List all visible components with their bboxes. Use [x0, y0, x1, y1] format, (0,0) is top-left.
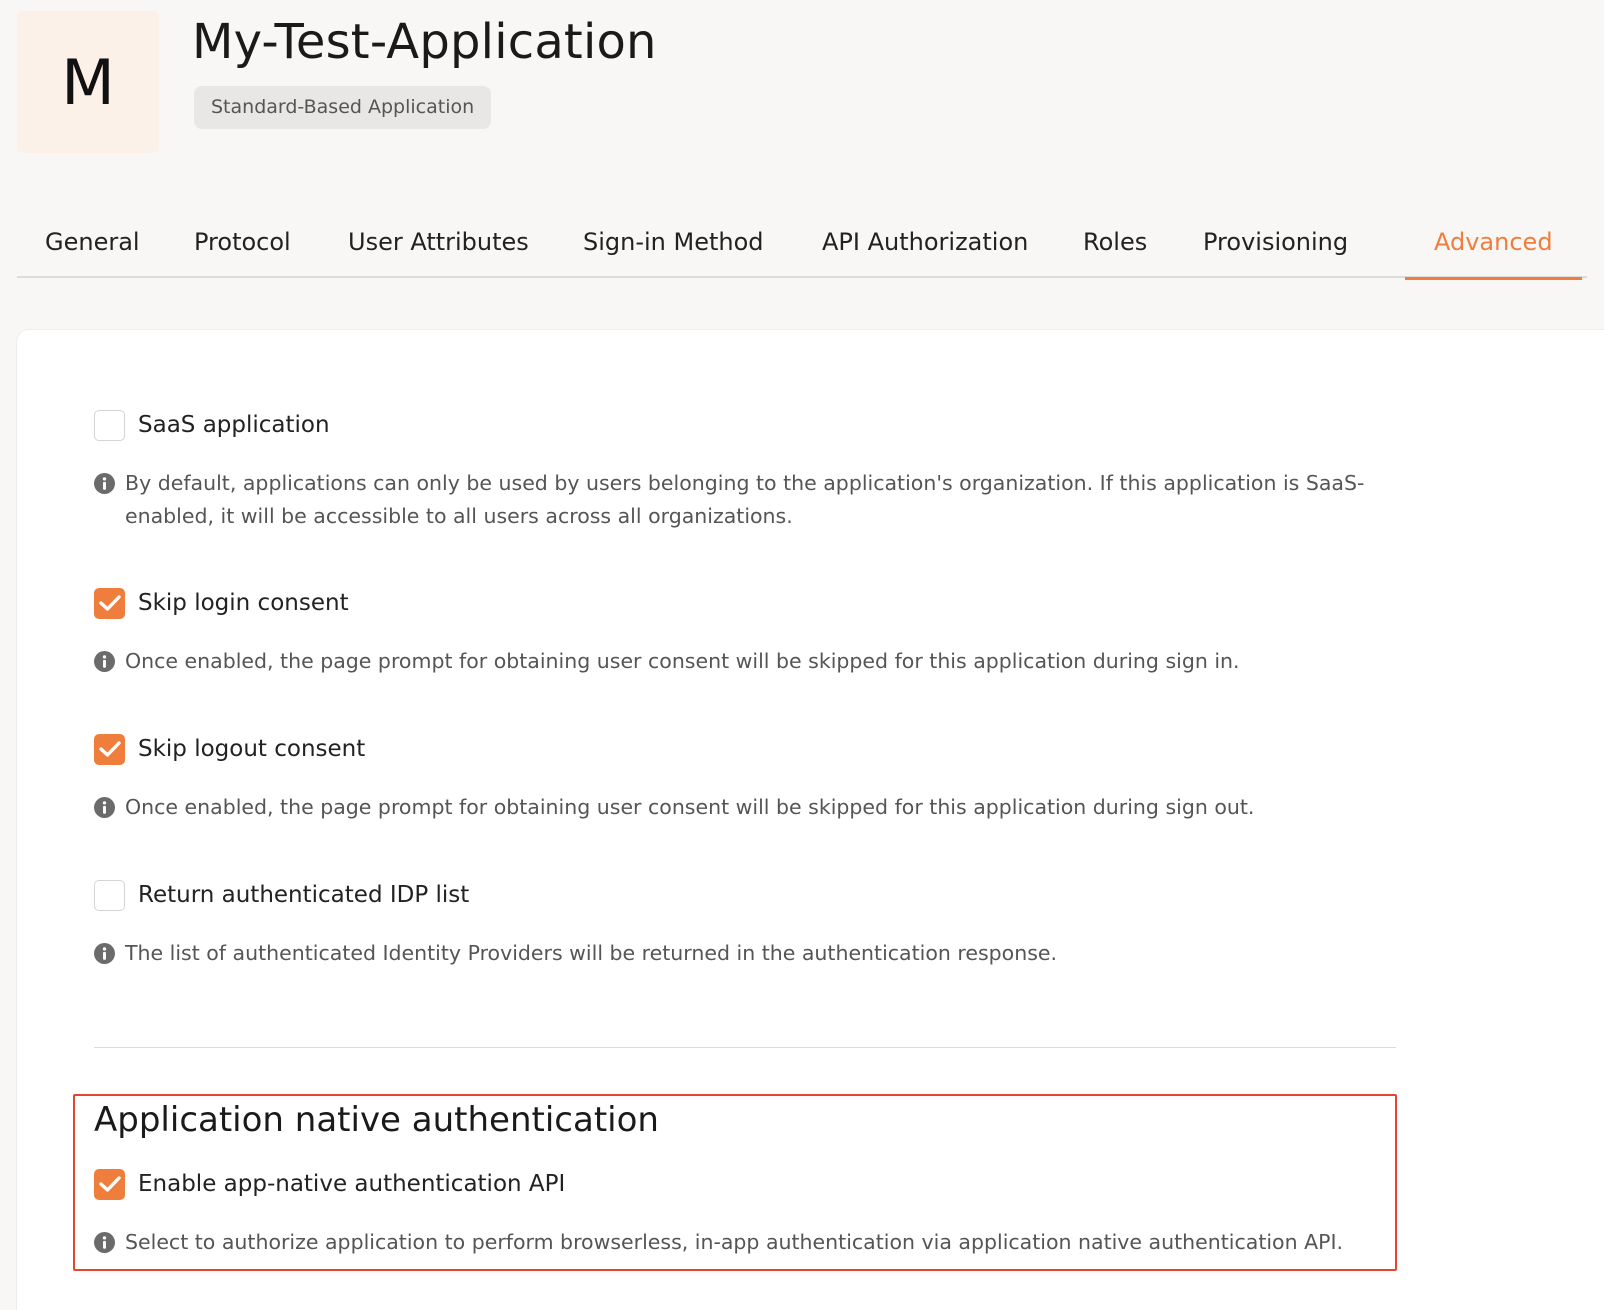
skip-login-consent-option: Skip login consent	[94, 587, 349, 619]
native-auth-hint: Select to authorize application to perfo…	[94, 1226, 1415, 1259]
info-icon	[94, 797, 115, 818]
tab-roles[interactable]: Roles	[1083, 210, 1147, 278]
skip-logout-consent-option: Skip logout consent	[94, 733, 365, 765]
skip-logout-consent-hint: Once enabled, the page prompt for obtain…	[94, 791, 1415, 824]
native-auth-option: Enable app-native authentication API	[94, 1168, 565, 1200]
app-type-badge: Standard-Based Application	[194, 86, 492, 129]
return-idp-list-hint: The list of authenticated Identity Provi…	[94, 937, 1415, 970]
app-title: My-Test-Application	[192, 14, 657, 70]
tab-sign-in-method[interactable]: Sign-in Method	[583, 210, 764, 278]
saas-application-hint: By default, applications can only be use…	[94, 467, 1415, 533]
saas-application-label: SaaS application	[138, 412, 330, 438]
skip-logout-consent-checkbox[interactable]	[94, 733, 125, 765]
tab-provisioning[interactable]: Provisioning	[1203, 210, 1348, 278]
return-idp-list-checkbox[interactable]	[94, 879, 125, 911]
saas-application-option: SaaS application	[94, 409, 330, 441]
tab-protocol[interactable]: Protocol	[194, 210, 291, 278]
tab-api-authorization[interactable]: API Authorization	[822, 210, 1028, 278]
skip-login-consent-label: Skip login consent	[138, 590, 349, 616]
enable-native-auth-label: Enable app-native authentication API	[138, 1171, 566, 1197]
info-icon	[94, 473, 115, 494]
app-header: M My-Test-Application Standard-Based App…	[0, 0, 1604, 180]
return-idp-list-label: Return authenticated IDP list	[138, 882, 470, 908]
section-divider	[94, 1047, 1396, 1048]
info-icon	[94, 943, 115, 964]
enable-native-auth-checkbox[interactable]	[94, 1168, 125, 1200]
tab-advanced[interactable]: Advanced	[1405, 210, 1581, 280]
tab-bar: General Protocol User Attributes Sign-in…	[17, 210, 1587, 280]
info-icon	[94, 651, 115, 672]
return-idp-list-option: Return authenticated IDP list	[94, 879, 469, 911]
tab-user-attributes[interactable]: User Attributes	[348, 210, 529, 278]
info-icon	[94, 1232, 115, 1253]
saas-application-checkbox[interactable]	[94, 409, 125, 441]
app-avatar: M	[17, 11, 159, 153]
skip-login-consent-checkbox[interactable]	[94, 587, 125, 619]
tab-general[interactable]: General	[45, 210, 140, 278]
native-auth-section-title: Application native authentication	[94, 1100, 659, 1140]
skip-login-consent-hint: Once enabled, the page prompt for obtain…	[94, 645, 1415, 678]
skip-logout-consent-label: Skip logout consent	[138, 736, 366, 762]
